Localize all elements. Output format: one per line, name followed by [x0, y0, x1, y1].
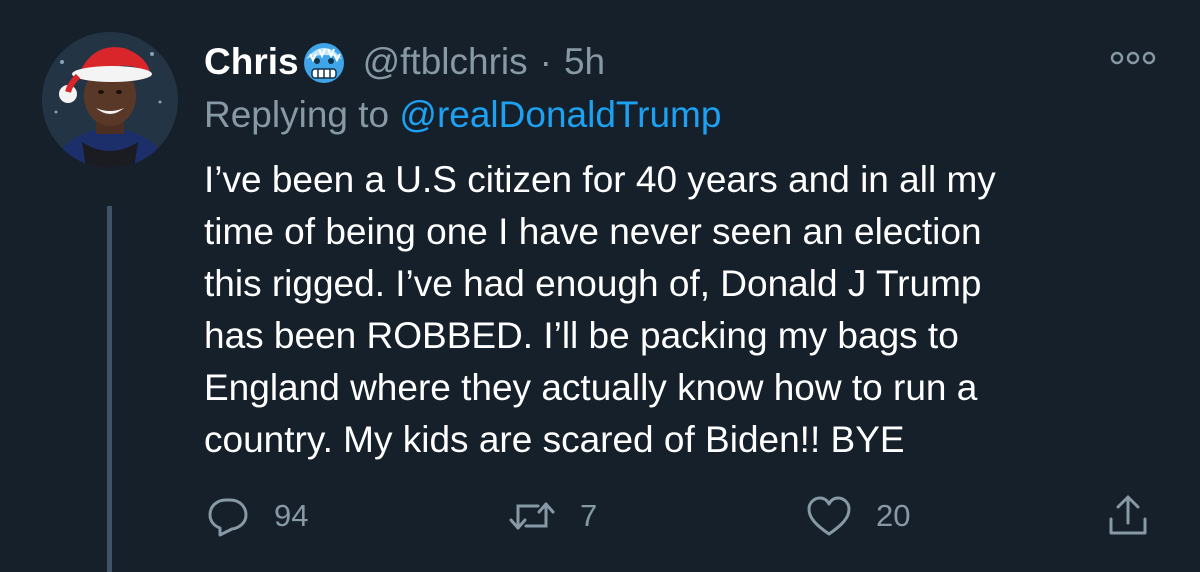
tweet[interactable]: Chris @ftblchris · 5h Replying to @realD…: [0, 0, 1200, 572]
more-options-icon[interactable]: [1108, 48, 1158, 68]
tweet-header: Chris @ftblchris · 5h: [204, 38, 605, 86]
display-name[interactable]: Chris: [204, 41, 299, 83]
replying-to-label: Replying to: [204, 94, 400, 135]
replying-to: Replying to @realDonaldTrump: [204, 94, 721, 136]
avatar-image: [42, 32, 178, 168]
retweet-button[interactable]: 7: [508, 494, 597, 538]
reply-button[interactable]: 94: [206, 494, 308, 538]
share-button[interactable]: [1106, 494, 1150, 538]
reply-icon: [206, 494, 250, 538]
timestamp[interactable]: 5h: [564, 41, 605, 83]
handle[interactable]: @ftblchris: [363, 41, 528, 83]
replying-to-mention[interactable]: @realDonaldTrump: [399, 94, 721, 135]
tweet-text: I’ve been a U.S citizen for 40 years and…: [204, 159, 996, 460]
like-count: 20: [876, 498, 911, 533]
share-icon: [1106, 493, 1150, 539]
like-button[interactable]: 20: [806, 494, 910, 538]
retweet-icon: [508, 494, 556, 538]
retweet-count: 7: [580, 498, 598, 533]
avatar[interactable]: [42, 32, 178, 168]
thread-line: [107, 206, 112, 572]
cold-face-emoji-icon: [301, 39, 347, 85]
separator-dot: ·: [539, 41, 552, 82]
heart-icon: [806, 494, 852, 538]
reply-count: 94: [274, 498, 309, 533]
